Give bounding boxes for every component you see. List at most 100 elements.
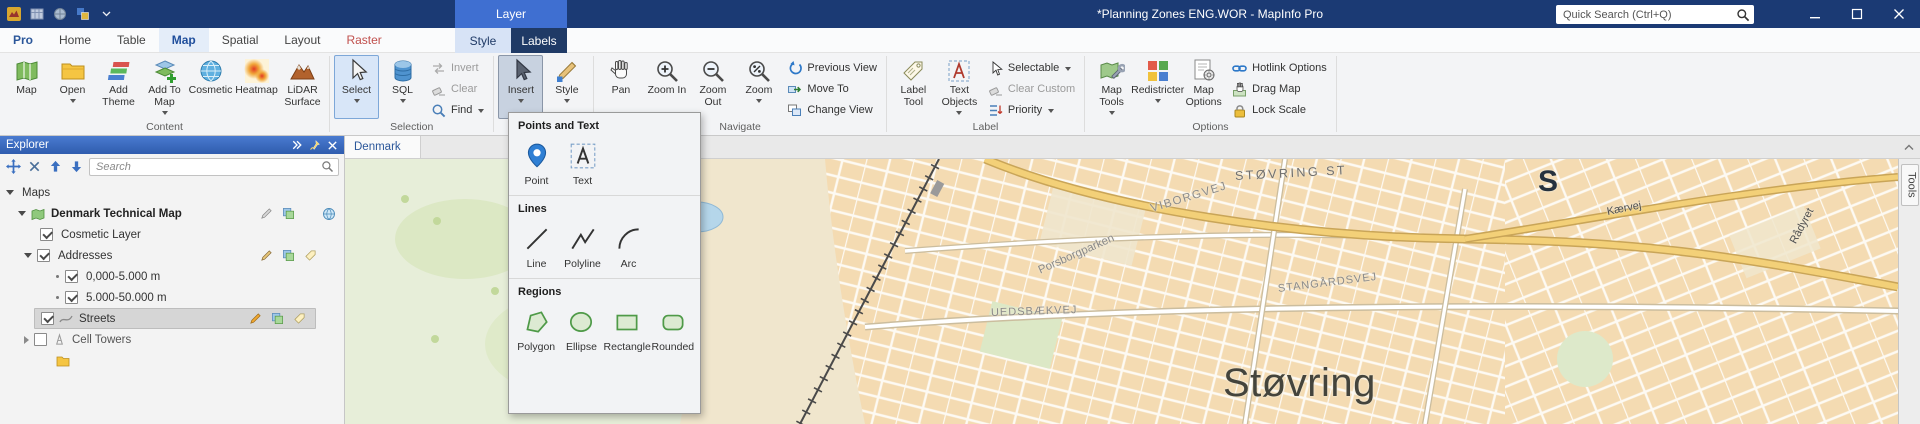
explorer-search-box[interactable] bbox=[89, 157, 339, 176]
move-down-icon[interactable] bbox=[68, 158, 85, 175]
chevrons-right-icon[interactable] bbox=[291, 139, 303, 151]
map-button[interactable]: Map bbox=[4, 55, 49, 119]
checkbox[interactable] bbox=[37, 249, 50, 262]
change-view-button[interactable]: Change View bbox=[782, 100, 882, 120]
close-button[interactable] bbox=[1878, 0, 1920, 28]
add-to-map-button[interactable]: Add To Map bbox=[142, 55, 187, 119]
search-icon[interactable] bbox=[1736, 8, 1750, 22]
menu-item-arc[interactable]: Arc bbox=[606, 220, 651, 272]
tools-tab[interactable]: Tools bbox=[1900, 164, 1919, 206]
clear-button[interactable]: Clear bbox=[426, 79, 489, 99]
quick-search-input[interactable] bbox=[1563, 8, 1736, 21]
globe-icon[interactable] bbox=[52, 6, 68, 22]
minimize-button[interactable] bbox=[1794, 0, 1836, 28]
tab-layout[interactable]: Layout bbox=[271, 28, 333, 52]
heatmap-button[interactable]: Heatmap bbox=[234, 55, 279, 119]
checkbox[interactable] bbox=[41, 312, 54, 325]
map-tools-button[interactable]: Map Tools bbox=[1089, 55, 1134, 119]
close-icon[interactable] bbox=[327, 140, 338, 151]
tree-item-addresses[interactable]: Addresses bbox=[0, 245, 344, 266]
edit-style-pencil-icon[interactable] bbox=[259, 207, 273, 221]
chevron-down-icon[interactable] bbox=[6, 190, 14, 195]
tab-spatial[interactable]: Spatial bbox=[209, 28, 272, 52]
find-button[interactable]: Find bbox=[426, 100, 489, 120]
cosmetic-button[interactable]: Cosmetic bbox=[188, 55, 233, 119]
checkbox[interactable] bbox=[34, 333, 47, 346]
lidar-surface-button[interactable]: LiDAR Surface bbox=[280, 55, 325, 119]
edit-style-pencil-icon[interactable] bbox=[259, 249, 273, 263]
tab-pro[interactable]: Pro bbox=[0, 28, 46, 52]
qat-caret-icon[interactable] bbox=[98, 6, 114, 22]
menu-item-rectangle[interactable]: Rectangle bbox=[604, 303, 651, 355]
tree-item-cosmetic-layer[interactable]: Cosmetic Layer bbox=[0, 224, 344, 245]
label-tag-icon[interactable] bbox=[292, 312, 306, 326]
tree-item-partial[interactable] bbox=[0, 350, 344, 371]
menu-item-text[interactable]: Text bbox=[560, 137, 605, 189]
menu-item-ellipse[interactable]: Ellipse bbox=[559, 303, 603, 355]
explorer-search-input[interactable] bbox=[96, 160, 321, 173]
checkbox[interactable] bbox=[65, 291, 78, 304]
add-layer-icon[interactable] bbox=[281, 207, 295, 221]
tab-home[interactable]: Home bbox=[46, 28, 104, 52]
menu-item-point[interactable]: Point bbox=[514, 137, 559, 189]
clear-custom-button[interactable]: Clear Custom bbox=[983, 79, 1080, 99]
priority-button[interactable]: Priority bbox=[983, 100, 1080, 120]
lock-scale-button[interactable]: Lock Scale bbox=[1227, 100, 1332, 120]
zo om-level-button[interactable]: Zoom bbox=[736, 55, 781, 119]
quick-search-box[interactable] bbox=[1556, 5, 1754, 24]
close-pane-icon[interactable] bbox=[26, 158, 43, 175]
checkbox[interactable] bbox=[40, 228, 53, 241]
selectable-button[interactable]: Selectable bbox=[983, 58, 1080, 78]
document-tab-denmark[interactable]: Denmark bbox=[345, 136, 421, 158]
style-button[interactable]: Style bbox=[544, 55, 589, 119]
tab-table[interactable]: Table bbox=[104, 28, 159, 52]
chevron-down-icon[interactable] bbox=[24, 253, 32, 258]
tab-labels[interactable]: Labels bbox=[511, 28, 567, 53]
tree-item-maps[interactable]: Maps bbox=[0, 182, 344, 203]
pan-button[interactable]: Pan bbox=[598, 55, 643, 119]
checkbox[interactable] bbox=[65, 270, 78, 283]
drag-map-button[interactable]: Drag Map bbox=[1227, 79, 1332, 99]
tree-item-range-5000-50000[interactable]: 5.000-50.000 m bbox=[0, 287, 344, 308]
sql-button[interactable]: SQL bbox=[380, 55, 425, 119]
add-layer-icon[interactable] bbox=[270, 312, 284, 326]
open-button[interactable]: Open bbox=[50, 55, 95, 119]
pin-icon[interactable] bbox=[309, 139, 321, 151]
zoom-in-button[interactable]: Zoom In bbox=[644, 55, 689, 119]
label-tag-icon[interactable] bbox=[303, 249, 317, 263]
insert-button[interactable]: Insert bbox=[498, 55, 544, 119]
previous-view-button[interactable]: Previous View bbox=[782, 58, 882, 78]
menu-item-rounded-rectangle[interactable]: Rounded bbox=[651, 303, 695, 355]
search-icon[interactable] bbox=[321, 160, 334, 173]
workspace-icon[interactable] bbox=[75, 6, 91, 22]
hotlink-options-button[interactable]: Hotlink Options bbox=[1227, 58, 1332, 78]
move-pane-icon[interactable] bbox=[5, 158, 22, 175]
add-layer-icon[interactable] bbox=[281, 249, 295, 263]
move-to-button[interactable]: Move To bbox=[782, 79, 882, 99]
invert-button[interactable]: Invert bbox=[426, 58, 489, 78]
menu-item-line[interactable]: Line bbox=[514, 220, 559, 272]
chevron-down-icon[interactable] bbox=[18, 211, 26, 216]
add-theme-button[interactable]: Add Theme bbox=[96, 55, 141, 119]
globe-icon[interactable] bbox=[322, 207, 336, 221]
tree-item-cell-towers[interactable]: Cell Towers bbox=[0, 329, 344, 350]
tree-item-range-0-5000[interactable]: 0,000-5.000 m bbox=[0, 266, 344, 287]
menu-item-polygon[interactable]: Polygon bbox=[514, 303, 558, 355]
tab-style[interactable]: Style bbox=[455, 28, 511, 53]
map-options-button[interactable]: Map Options bbox=[1181, 55, 1226, 119]
tree-item-streets[interactable]: Streets bbox=[34, 308, 316, 329]
text-objects-button[interactable]: Text Objects bbox=[937, 55, 982, 119]
tree-item-denmark-technical-map[interactable]: Denmark Technical Map bbox=[0, 203, 344, 224]
tab-map[interactable]: Map bbox=[158, 28, 209, 52]
tab-raster[interactable]: Raster bbox=[333, 28, 394, 52]
app-icon[interactable] bbox=[6, 6, 22, 22]
edit-style-pencil-icon[interactable] bbox=[248, 312, 262, 326]
chevron-right-icon[interactable] bbox=[24, 335, 29, 344]
redistricter-button[interactable]: Redistricter bbox=[1131, 55, 1184, 119]
select-button[interactable]: Select bbox=[334, 55, 379, 119]
zoom-out-button[interactable]: Zoom Out bbox=[690, 55, 735, 119]
maximize-button[interactable] bbox=[1836, 0, 1878, 28]
label-tool-button[interactable]: Label Tool bbox=[891, 55, 936, 119]
move-up-icon[interactable] bbox=[47, 158, 64, 175]
menu-item-polyline[interactable]: Polyline bbox=[560, 220, 605, 272]
